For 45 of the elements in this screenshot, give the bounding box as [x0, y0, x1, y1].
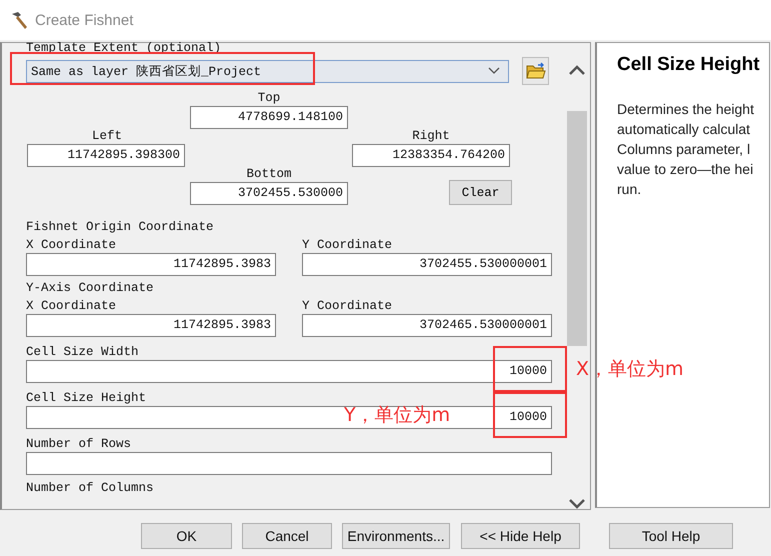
annotation-text: Y，单位为m	[344, 403, 450, 427]
extent-dropdown[interactable]: Same as layer 陕西省区划_Project	[26, 60, 509, 82]
chevron-down-icon	[488, 67, 500, 75]
dialog-button[interactable]: << Hide Help	[461, 523, 580, 549]
dialog-button[interactable]: OK	[141, 523, 232, 549]
help-text: Columns parameter, l	[617, 140, 752, 159]
field-label: Y Coordinate	[302, 299, 394, 313]
window-title: Create Fishnet	[35, 12, 134, 28]
input-field[interactable]: 3702455.530000001	[302, 253, 552, 276]
field-label: Y Coordinate	[302, 238, 394, 252]
group-label: Y-Axis Coordinate	[26, 281, 155, 295]
field-label: Right	[412, 129, 450, 143]
help-text: run.	[617, 180, 642, 199]
input-field[interactable]: 10000	[26, 360, 552, 383]
input-field[interactable]: 4778699.148100	[190, 106, 348, 129]
field-label: Top	[258, 91, 280, 105]
field-label: X Coordinate	[26, 299, 118, 313]
field-label: X Coordinate	[26, 238, 118, 252]
folder-icon[interactable]	[522, 57, 549, 85]
help-text: value to zero—the hei	[617, 160, 754, 179]
field-label: Number of Columns	[26, 481, 155, 495]
group-label: Fishnet Origin Coordinate	[26, 220, 215, 234]
help-text: automatically calculat	[617, 120, 752, 139]
dialog-button[interactable]: Tool Help	[609, 523, 733, 549]
input-field[interactable]	[26, 452, 552, 475]
dialog-button[interactable]: Cancel	[242, 523, 332, 549]
dialog-button[interactable]: Environments...	[342, 523, 450, 549]
scroll-down-icon[interactable]	[569, 499, 586, 509]
help-title: Cell Size Height	[617, 54, 761, 76]
field-label: Cell Size Width	[26, 345, 140, 359]
scroll-up-icon[interactable]	[569, 65, 586, 75]
input-field[interactable]: 12383354.764200	[352, 144, 510, 167]
input-field[interactable]: 11742895.398300	[27, 144, 185, 167]
input-field[interactable]: 11742895.3983	[26, 314, 276, 337]
clear-button[interactable]: Clear	[449, 180, 512, 205]
input-field[interactable]: 11742895.3983	[26, 253, 276, 276]
field-label: Bottom	[246, 167, 292, 181]
annotation-text: X，单位为m	[576, 357, 684, 381]
help-text: Determines the height	[617, 100, 755, 119]
field-label: Cell Size Height	[26, 391, 148, 405]
input-field[interactable]: 3702465.530000001	[302, 314, 552, 337]
field-label: Number of Rows	[26, 437, 132, 451]
input-field[interactable]: 3702455.530000	[190, 182, 348, 205]
section-label: Template Extent (optional)	[26, 43, 222, 54]
field-label: Left	[92, 129, 122, 143]
